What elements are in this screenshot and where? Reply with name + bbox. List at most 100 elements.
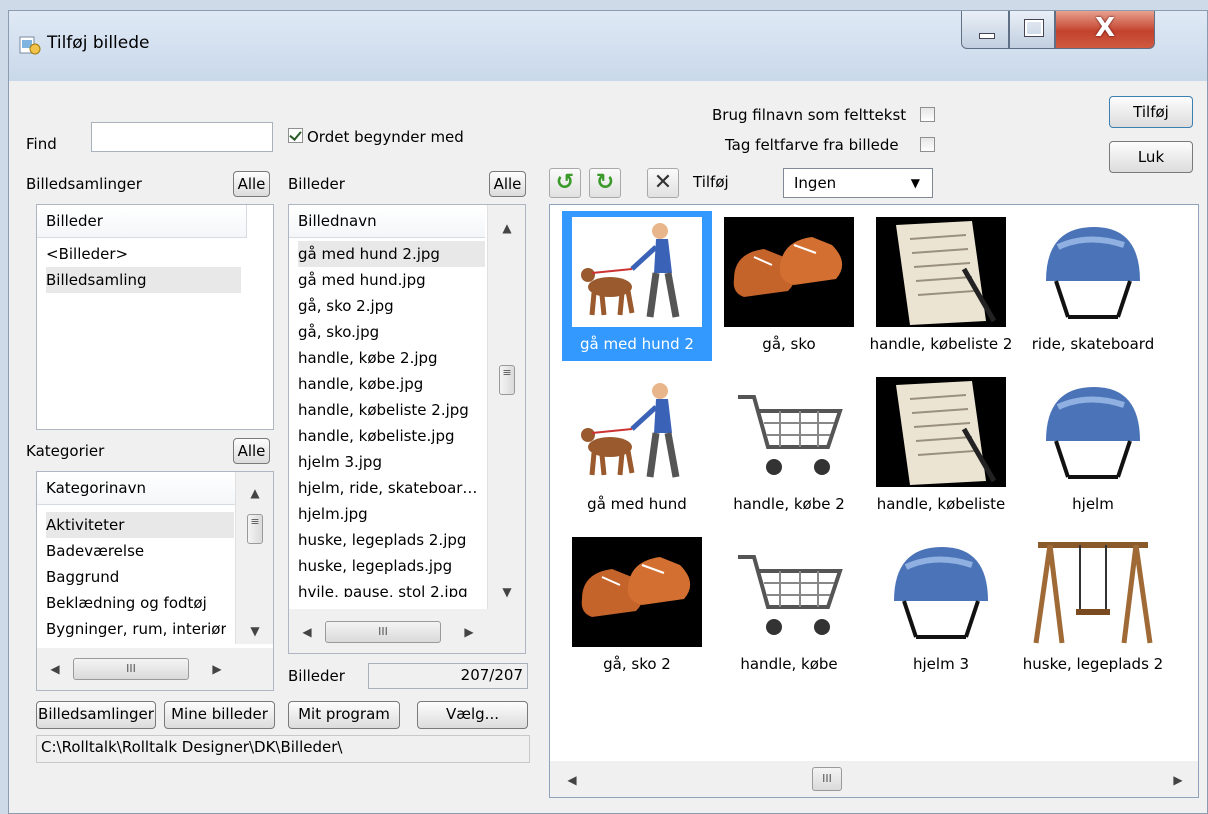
category-item[interactable]: Beklædning og fodtøj bbox=[46, 590, 207, 616]
category-item[interactable]: Baggrund bbox=[46, 564, 119, 590]
add-button[interactable]: Tilføj bbox=[1109, 96, 1193, 128]
scroll-left-icon[interactable]: ◀ bbox=[45, 662, 65, 676]
scroll-left-icon[interactable]: ◀ bbox=[297, 625, 317, 639]
thumbnail-item[interactable]: hjelm 3 bbox=[866, 531, 1016, 681]
image-item[interactable]: gå, sko.jpg bbox=[298, 319, 379, 345]
scroll-left-icon[interactable]: ◀ bbox=[562, 773, 582, 787]
image-item[interactable]: huske, legeplads 2.jpg bbox=[298, 527, 466, 553]
add-mode-dropdown[interactable]: Ingen ▼ bbox=[783, 168, 933, 198]
rotate-left-button[interactable]: ↺ bbox=[549, 168, 581, 198]
thumbnail-item[interactable]: handle, købe 2 bbox=[714, 371, 864, 521]
image-item[interactable]: gå med hund.jpg bbox=[298, 267, 426, 293]
thumbnail-item[interactable]: handle, købeliste bbox=[866, 371, 1016, 521]
collection-item[interactable]: Billedsamling bbox=[46, 267, 241, 293]
scroll-thumb[interactable]: ≡ bbox=[247, 514, 263, 544]
images-list[interactable]: Billednavn gå med hund 2.jpg gå med hund… bbox=[288, 204, 526, 654]
toolbar-add-label: Tilføj bbox=[693, 173, 729, 191]
close-window-button[interactable]: X bbox=[1055, 11, 1155, 49]
scroll-thumb[interactable]: III bbox=[325, 621, 441, 643]
thumbnail-item[interactable]: ride, skateboard bbox=[1018, 211, 1168, 361]
close-button[interactable]: Luk bbox=[1109, 141, 1193, 173]
thumbnail-caption: ride, skateboard bbox=[1031, 335, 1155, 353]
thumbnail-item[interactable]: gå, sko 2 bbox=[562, 531, 712, 681]
my-images-button[interactable]: Mine billeder bbox=[164, 701, 275, 729]
image-item[interactable]: handle, købeliste.jpg bbox=[298, 423, 455, 449]
scroll-right-icon[interactable]: ▶ bbox=[207, 662, 227, 676]
images-all-button[interactable]: Alle bbox=[489, 171, 526, 197]
image-item[interactable]: handle, købe.jpg bbox=[298, 371, 423, 397]
thumbnail-caption: gå med hund bbox=[587, 495, 687, 513]
category-item[interactable]: Badeværelse bbox=[46, 538, 144, 564]
thumbnail-item[interactable]: gå med hund 2 bbox=[562, 211, 712, 361]
images-horizontal-scrollbar[interactable]: ◀ III ▶ bbox=[289, 609, 525, 653]
minimize-button[interactable] bbox=[961, 11, 1009, 49]
scroll-thumb[interactable]: III bbox=[73, 658, 189, 680]
delete-button[interactable]: ✕ bbox=[647, 168, 679, 198]
thumbnail-caption: gå, sko bbox=[762, 335, 816, 353]
image-item[interactable]: hjelm.jpg bbox=[298, 501, 368, 527]
categories-column-header[interactable]: Kategorinavn bbox=[37, 472, 235, 505]
collections-button[interactable]: Billedsamlinger bbox=[36, 701, 156, 729]
shoes-icon bbox=[724, 217, 854, 327]
choose-button[interactable]: Vælg... bbox=[417, 701, 528, 729]
thumbnail-item[interactable]: gå med hund bbox=[562, 371, 712, 521]
dog-walk-icon bbox=[572, 217, 702, 327]
images-vertical-scrollbar[interactable]: ▲ ≡ ▼ bbox=[487, 205, 525, 609]
window-title: Tilføj billede bbox=[47, 33, 150, 53]
rotate-right-button[interactable]: ↻ bbox=[589, 168, 621, 198]
image-item[interactable]: gå med hund 2.jpg bbox=[298, 241, 485, 267]
categories-vertical-scrollbar[interactable]: ▲ ≡ ▼ bbox=[235, 472, 273, 644]
categories-list[interactable]: Kategorinavn Aktiviteter Badeværelse Bag… bbox=[36, 471, 274, 691]
shoes-icon bbox=[572, 537, 702, 647]
thumbnail-item[interactable]: huske, legeplads 2 bbox=[1018, 531, 1168, 681]
image-item[interactable]: hjelm, ride, skateboar… bbox=[298, 475, 493, 501]
scroll-thumb[interactable]: ≡ bbox=[499, 365, 515, 395]
image-item[interactable]: gå, sko 2.jpg bbox=[298, 293, 394, 319]
image-item[interactable]: handle, købe 2.jpg bbox=[298, 345, 438, 371]
close-icon: X bbox=[1094, 13, 1116, 43]
collection-item[interactable]: <Billeder> bbox=[46, 241, 128, 267]
grid-horizontal-scrollbar[interactable]: ◀ III ▶ bbox=[550, 761, 1198, 797]
category-item[interactable]: Aktiviteter bbox=[46, 512, 234, 538]
categories-horizontal-scrollbar[interactable]: ◀ III ▶ bbox=[37, 648, 273, 690]
collections-all-button[interactable]: Alle bbox=[233, 171, 270, 197]
thumbnail-caption: handle, købe 2 bbox=[733, 495, 845, 513]
scroll-right-icon[interactable]: ▶ bbox=[1168, 773, 1188, 787]
scroll-up-icon[interactable]: ▲ bbox=[497, 221, 517, 235]
minimize-icon bbox=[979, 33, 995, 39]
thumbnail-item[interactable]: handle, købeliste 2 bbox=[866, 211, 1016, 361]
category-item[interactable]: Bygninger, rum, interiør bbox=[46, 616, 226, 642]
find-input[interactable] bbox=[91, 122, 273, 152]
categories-all-button[interactable]: Alle bbox=[233, 438, 270, 464]
thumbnail-item[interactable]: gå, sko bbox=[714, 211, 864, 361]
image-item[interactable]: hvile, pause, stol 2.jpg bbox=[298, 579, 468, 597]
filename-as-text-checkbox[interactable] bbox=[920, 107, 935, 122]
color-from-image-checkbox[interactable] bbox=[920, 137, 935, 152]
my-program-button[interactable]: Mit program bbox=[288, 701, 400, 729]
images-column-header[interactable]: Billednavn bbox=[289, 205, 485, 238]
scroll-thumb[interactable]: III bbox=[812, 767, 842, 791]
scroll-up-icon[interactable]: ▲ bbox=[245, 486, 265, 500]
rotate-right-icon: ↻ bbox=[595, 170, 615, 195]
thumbnail-item[interactable]: handle, købe bbox=[714, 531, 864, 681]
thumbnail-item[interactable]: hjelm bbox=[1018, 371, 1168, 521]
images-label: Billeder bbox=[288, 175, 345, 193]
path-field: C:\Rolltalk\Rolltalk Designer\DK\Billede… bbox=[36, 735, 530, 763]
starts-with-label: Ordet begynder med bbox=[307, 128, 464, 146]
maximize-icon bbox=[1024, 19, 1044, 37]
scroll-down-icon[interactable]: ▼ bbox=[245, 624, 265, 638]
image-item[interactable]: handle, købeliste 2.jpg bbox=[298, 397, 469, 423]
image-item[interactable]: hjelm 3.jpg bbox=[298, 449, 382, 475]
thumbnail-caption: handle, købeliste bbox=[876, 495, 1006, 513]
shopping-list-icon bbox=[876, 217, 1006, 327]
images-count-field: 207/207 bbox=[368, 663, 528, 689]
scroll-down-icon[interactable]: ▼ bbox=[497, 585, 517, 599]
maximize-button[interactable] bbox=[1009, 11, 1055, 49]
image-item[interactable]: huske, legeplads.jpg bbox=[298, 553, 452, 579]
dog-walk-icon bbox=[572, 377, 702, 487]
scroll-right-icon[interactable]: ▶ bbox=[459, 625, 479, 639]
collections-list[interactable]: Billeder <Billeder> Billedsamling bbox=[36, 204, 274, 430]
starts-with-checkbox[interactable] bbox=[288, 128, 303, 143]
thumbnail-grid[interactable]: gå med hund 2 gå, sko handle, købeliste 2 r… bbox=[549, 204, 1199, 798]
collections-column-header[interactable]: Billeder bbox=[37, 205, 247, 238]
